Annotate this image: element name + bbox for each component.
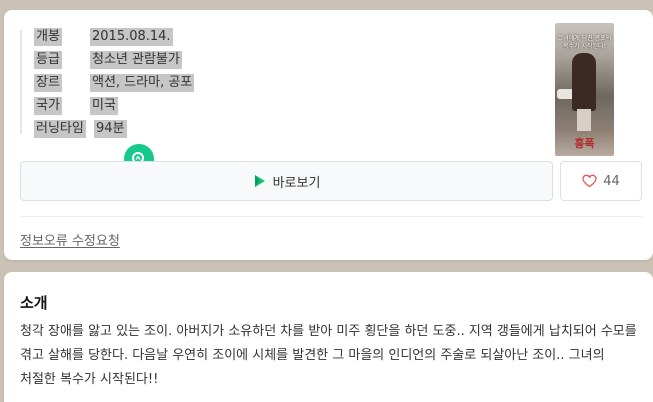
info-key-rating: 등급 [34, 51, 62, 69]
watch-now-button[interactable]: 바로보기 [20, 161, 553, 201]
poster-legs-shape [577, 109, 591, 131]
info-key-genre: 장르 [34, 74, 62, 92]
info-accent-bar [20, 30, 22, 134]
info-key-release: 개봉 [34, 28, 62, 46]
info-value-runtime: 94분 [94, 120, 127, 138]
info-value-rating: 청소년 관람불가 [90, 51, 182, 69]
play-logo-icon [254, 175, 265, 187]
info-key-country: 국가 [34, 97, 62, 115]
intro-card: 소개 청각 장애를 앓고 있는 조이. 아버지가 소유하던 차를 받아 미주 횡… [4, 272, 653, 402]
poster-figure-shape [572, 53, 596, 111]
info-value-genre: 액션, 드라마, 공포 [90, 74, 195, 92]
poster-title: 흉폭 [574, 137, 595, 150]
like-count: 44 [603, 173, 620, 189]
report-error-link[interactable]: 정보오류 수정요청 [20, 230, 120, 249]
info-key-runtime: 러닝타임 [34, 120, 86, 138]
like-button[interactable]: 44 [560, 161, 642, 201]
intro-body: 청각 장애를 앓고 있는 조이. 아버지가 소유하던 차를 받아 미주 횡단을 … [20, 324, 637, 387]
info-value-country: 미국 [90, 97, 118, 115]
section-divider [20, 216, 642, 217]
poster-tagline: 그녀에게 닥친 공포의 복수가 시작된다! [557, 35, 612, 50]
intro-title: 소개 [20, 294, 48, 312]
movie-poster[interactable]: 그녀에게 닥친 공포의 복수가 시작된다! 흉폭 [555, 23, 614, 156]
heart-outline-icon [582, 174, 597, 188]
movie-info-card: 개봉 2015.08.14. 등급 청소년 관람불가 장르 액션, 드라마, 공… [4, 10, 653, 260]
info-value-release: 2015.08.14. [90, 28, 173, 46]
watch-now-label: 바로보기 [272, 175, 321, 191]
